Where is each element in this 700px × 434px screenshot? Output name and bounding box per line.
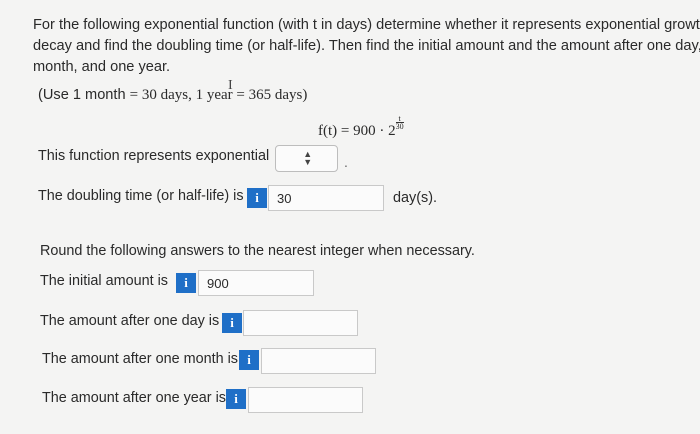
prompt-line-2: decay and find the doubling time (or hal…	[33, 38, 700, 54]
doubling-time-input[interactable]: 30	[268, 185, 384, 211]
info-icon[interactable]: i	[226, 389, 246, 409]
note-eq2: = 365 days)	[232, 87, 308, 103]
info-icon[interactable]: i	[222, 313, 242, 333]
one-month-input[interactable]	[261, 348, 376, 374]
doubling-time-label: The doubling time (or half-life) is	[38, 188, 244, 204]
text-cursor-icon: I	[228, 78, 233, 93]
conversion-note: (Use 1 month = 30 days, 1 year = 365 day…	[38, 87, 307, 104]
note-open: (Use 1 month	[38, 87, 130, 103]
info-icon[interactable]: i	[176, 273, 196, 293]
prompt-line-1: For the following exponential function (…	[33, 17, 700, 33]
function-formula: f(t) = 900 · 2 t 30	[318, 115, 404, 140]
one-year-label: The amount after one year is	[42, 390, 226, 406]
info-icon[interactable]: i	[247, 188, 267, 208]
round-instruction: Round the following answers to the neare…	[40, 243, 475, 259]
growth-decay-label: This function represents exponential	[38, 148, 270, 164]
one-day-label: The amount after one day is	[40, 313, 220, 329]
note-eq1: = 30 days, 1 year	[129, 87, 233, 103]
info-icon[interactable]: i	[239, 350, 259, 370]
initial-amount-label: The initial amount is	[40, 273, 168, 289]
question-prompt: For the following exponential function (…	[33, 15, 700, 78]
one-month-label: The amount after one month is	[42, 351, 238, 367]
period-mark: .	[344, 154, 348, 170]
one-year-input[interactable]	[248, 387, 363, 413]
select-arrows-icon: ▲ ▼	[303, 149, 313, 167]
one-day-input[interactable]	[243, 310, 358, 336]
exponent-denominator: 30	[395, 122, 404, 131]
formula-exponent: t 30	[395, 115, 404, 131]
growth-decay-select[interactable]: ▲ ▼	[275, 145, 338, 172]
initial-amount-input[interactable]: 900	[198, 270, 314, 296]
prompt-line-3: month, and one year.	[33, 59, 171, 75]
formula-lhs: f(t) = 900 · 2	[318, 123, 396, 139]
doubling-time-unit: day(s).	[393, 190, 437, 206]
